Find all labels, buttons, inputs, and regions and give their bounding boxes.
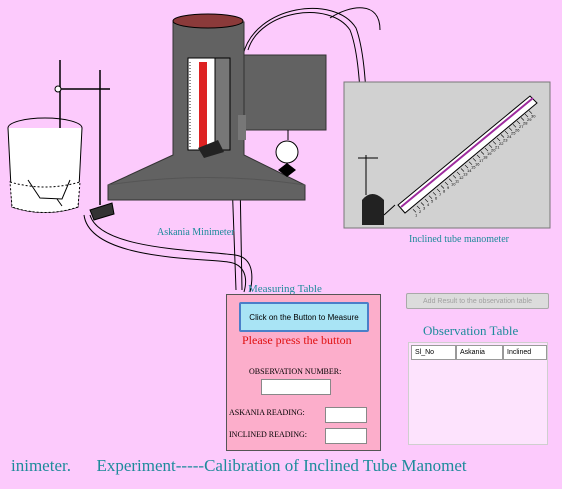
askania-reading-field[interactable] <box>325 407 367 423</box>
column-header-askania: Askania <box>456 345 503 360</box>
observation-table-title: Observation Table <box>423 323 519 338</box>
observation-table-header: Sl_No Askania Inclined <box>411 345 547 360</box>
add-result-button[interactable]: Add Result to the observation table <box>406 293 549 309</box>
inclined-manometer: 1234567891011121314151617181920212223242… <box>343 81 551 229</box>
observation-number-label: OBSERVATION NUMBER: <box>249 367 342 376</box>
observation-table: Sl_No Askania Inclined <box>408 342 548 445</box>
askania-label: Askania Minimeter <box>157 227 235 238</box>
beaker <box>7 117 83 213</box>
inclined-reading-field[interactable] <box>325 428 367 444</box>
scale-number: 30 <box>531 114 536 119</box>
inclined-reading-label: INCLINED READING: <box>229 430 307 439</box>
measure-button[interactable]: Click on the Button to Measure <box>239 302 369 332</box>
inclined-label: Inclined tube manometer <box>409 234 509 245</box>
askania-reading-label: ASKANIA READING: <box>229 408 305 417</box>
column-header-sl-no: Sl_No <box>411 345 456 360</box>
askania-minimeter <box>107 13 327 201</box>
clamp <box>89 202 115 221</box>
footer-marquee: inimeter. Experiment-----Calibration of … <box>11 456 467 475</box>
measuring-panel: Click on the Button to Measure Please pr… <box>226 294 381 451</box>
column-header-inclined: Inclined <box>503 345 547 360</box>
status-prompt: Please press the button <box>242 333 352 347</box>
observation-number-field[interactable] <box>261 379 331 395</box>
